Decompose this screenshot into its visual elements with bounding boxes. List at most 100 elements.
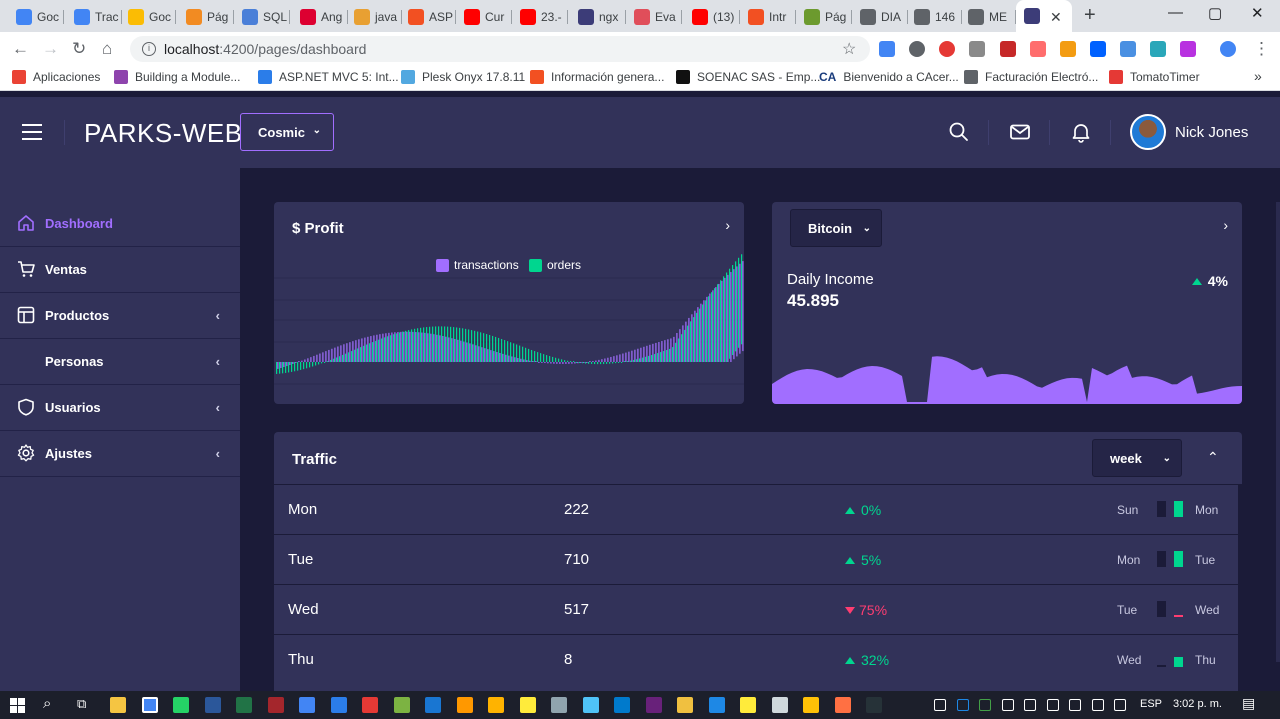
browser-tab[interactable]: ASP bbox=[400, 4, 456, 30]
taskbar-app-icon[interactable] bbox=[834, 697, 851, 713]
browser-tab[interactable]: 23.- bbox=[512, 4, 568, 30]
address-bar[interactable]: i localhost:4200/pages/dashboard bbox=[130, 36, 870, 62]
maximize-button[interactable]: ▢ bbox=[1208, 4, 1222, 22]
table-row[interactable]: Thu 8 32% Wed Thu bbox=[274, 634, 1238, 684]
taskbar-app-icon[interactable] bbox=[204, 697, 221, 713]
period-select[interactable]: week ⌄ bbox=[1092, 439, 1182, 477]
drive-extension-icon[interactable] bbox=[969, 41, 985, 57]
bookmark-item[interactable]: Plesk Onyx 17.8.11 bbox=[401, 70, 525, 84]
menu-toggle-icon[interactable] bbox=[22, 124, 42, 145]
reload-icon[interactable]: ↻ bbox=[72, 39, 86, 59]
browser-tab[interactable]: SQL bbox=[234, 4, 290, 30]
taskbar-app-icon[interactable] bbox=[866, 697, 882, 713]
browser-tab[interactable]: ME bbox=[960, 4, 1016, 30]
browser-tab[interactable]: Ang bbox=[292, 4, 348, 30]
windows-start-icon[interactable] bbox=[10, 698, 25, 713]
clock[interactable]: 3:02 p. m. bbox=[1173, 698, 1222, 710]
sidebar-item-ajustes[interactable]: Ajustes ‹ bbox=[0, 431, 240, 477]
taskbar-app-icon[interactable] bbox=[677, 697, 693, 713]
taskbar-app-icon[interactable] bbox=[330, 697, 347, 713]
extension-badge-icon[interactable] bbox=[1000, 41, 1016, 57]
browser-tab[interactable]: Eva bbox=[626, 4, 682, 30]
chevron-up-icon[interactable]: ⌃ bbox=[1207, 449, 1219, 466]
close-window-button[interactable]: ✕ bbox=[1251, 4, 1264, 22]
adblock-extension-icon[interactable] bbox=[939, 41, 955, 57]
browser-tab[interactable]: 146 bbox=[906, 4, 962, 30]
taskbar-app-icon[interactable] bbox=[236, 697, 252, 713]
taskbar-app-icon[interactable] bbox=[645, 697, 662, 713]
bookmark-item[interactable]: Información genera... bbox=[530, 70, 664, 84]
extension-pink-icon[interactable] bbox=[1180, 41, 1196, 57]
taskbar-app-icon[interactable] bbox=[393, 697, 410, 713]
browser-tab[interactable]: (13) bbox=[684, 4, 740, 30]
sidebar-item-productos[interactable]: Productos ‹ bbox=[0, 293, 240, 339]
system-tray-icon[interactable] bbox=[1091, 699, 1104, 711]
bookmarks-more-icon[interactable]: » bbox=[1254, 68, 1262, 84]
taskbar-app-icon[interactable] bbox=[173, 697, 189, 713]
system-tray-icon[interactable] bbox=[1001, 699, 1014, 711]
bookmark-item[interactable]: TomatoTimer bbox=[1109, 70, 1200, 84]
taskbar-app-icon[interactable] bbox=[551, 697, 567, 713]
browser-tab[interactable]: Cur bbox=[456, 4, 512, 30]
extension-icon[interactable] bbox=[909, 41, 925, 57]
sidebar-item-usuarios[interactable]: Usuarios ‹ bbox=[0, 385, 240, 431]
extension-blue-icon[interactable] bbox=[1120, 41, 1136, 57]
site-info-icon[interactable]: i bbox=[142, 42, 156, 56]
taskbar-app-icon[interactable] bbox=[708, 697, 725, 713]
notifications-icon[interactable]: ▤ bbox=[1242, 695, 1255, 712]
browser-tab[interactable]: Goc bbox=[8, 4, 64, 30]
browser-tab[interactable]: Trac bbox=[66, 4, 122, 30]
home-page-icon[interactable]: ⌂ bbox=[102, 39, 112, 59]
table-row[interactable]: Tue 710 5% Mon Tue bbox=[274, 534, 1238, 584]
taskbar-app-icon[interactable] bbox=[425, 697, 441, 713]
taskbar-app-icon[interactable] bbox=[488, 697, 504, 713]
system-tray-icon[interactable] bbox=[1114, 699, 1126, 711]
app-brand[interactable]: PARKS-WEB bbox=[84, 118, 243, 149]
taskbar-app-icon[interactable] bbox=[519, 697, 536, 713]
bookmark-item[interactable]: ASP.NET MVC 5: Int... bbox=[258, 70, 399, 84]
theme-select[interactable]: Cosmic ⌄ bbox=[240, 113, 334, 151]
table-row[interactable]: Mon 222 0% Sun Mon bbox=[274, 484, 1238, 534]
dropbox-extension-icon[interactable] bbox=[1090, 41, 1106, 57]
close-tab-icon[interactable]: ✕ bbox=[1050, 9, 1062, 26]
minimize-button[interactable]: — bbox=[1168, 4, 1183, 21]
bookmark-item[interactable]: Aplicaciones bbox=[12, 70, 100, 84]
menu-icon[interactable]: ⋮ bbox=[1253, 39, 1270, 59]
sidebar-item-ventas[interactable]: Ventas bbox=[0, 247, 240, 293]
table-row[interactable]: Wed 517 75% Tue Wed bbox=[274, 584, 1238, 634]
browser-tab-active[interactable] bbox=[1016, 0, 1072, 32]
currency-select[interactable]: Bitcoin ⌄ bbox=[790, 209, 882, 247]
extension-orange-icon[interactable] bbox=[1060, 41, 1076, 57]
browser-tab[interactable]: Pág bbox=[178, 4, 234, 30]
language-indicator[interactable]: ESP bbox=[1140, 698, 1162, 710]
back-icon[interactable]: ← bbox=[12, 39, 29, 59]
taskbar-app-icon[interactable] bbox=[582, 697, 599, 713]
taskbar-app-icon[interactable] bbox=[740, 697, 756, 713]
page-scrollbar[interactable] bbox=[1276, 202, 1280, 662]
taskbar-app-icon[interactable] bbox=[267, 697, 284, 713]
extension-teal-icon[interactable] bbox=[1150, 41, 1166, 57]
system-tray-icon[interactable] bbox=[1024, 699, 1036, 711]
browser-tab[interactable]: Goc bbox=[120, 4, 176, 30]
system-tray-icon[interactable] bbox=[1046, 699, 1059, 711]
search-icon[interactable]: ⌕ bbox=[43, 695, 51, 712]
sidebar-item-dashboard[interactable]: Dashboard bbox=[0, 201, 240, 247]
task-view-icon[interactable]: ⧉ bbox=[77, 696, 86, 712]
bookmark-item[interactable]: CA Bienvenido a CAcer... bbox=[819, 70, 959, 84]
taskbar-app-icon[interactable] bbox=[362, 697, 378, 713]
bookmark-item[interactable]: Facturación Electró... bbox=[964, 70, 1098, 84]
chevron-right-icon[interactable]: › bbox=[1223, 217, 1228, 233]
system-tray-icon[interactable] bbox=[934, 699, 946, 711]
user-name[interactable]: Nick Jones bbox=[1175, 124, 1248, 141]
system-tray-icon[interactable] bbox=[956, 699, 969, 711]
mail-icon[interactable] bbox=[1009, 121, 1031, 143]
browser-tab[interactable]: DIA bbox=[852, 4, 908, 30]
taskbar-app-icon[interactable] bbox=[614, 697, 630, 713]
new-tab-button[interactable]: + bbox=[1084, 4, 1096, 27]
avatar[interactable] bbox=[1130, 114, 1166, 150]
profile-icon[interactable] bbox=[1220, 41, 1236, 57]
search-icon[interactable] bbox=[948, 121, 970, 143]
extension-arrow-icon[interactable] bbox=[1030, 41, 1046, 57]
browser-tab[interactable]: Pág bbox=[796, 4, 852, 30]
taskbar-app-icon[interactable] bbox=[771, 697, 788, 713]
